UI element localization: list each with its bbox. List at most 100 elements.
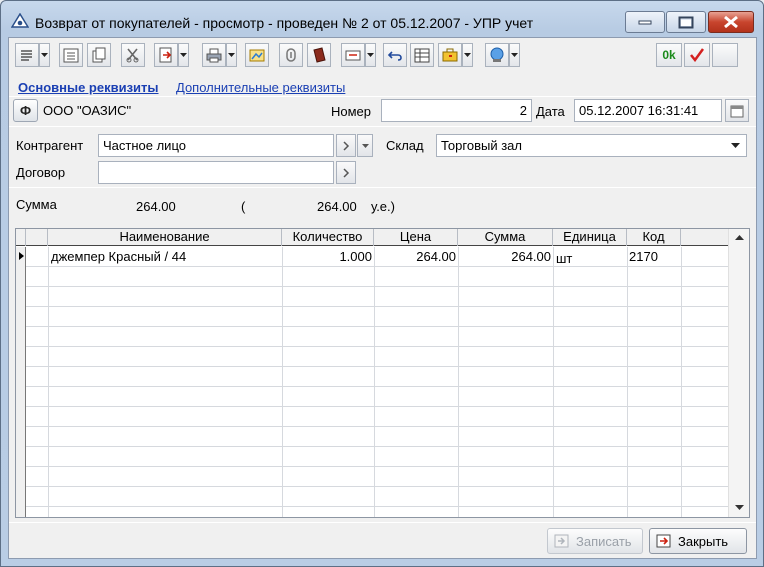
number-label: Номер [331, 104, 372, 119]
journal-button[interactable] [307, 43, 331, 67]
col-sum-header[interactable]: Сумма [458, 229, 553, 246]
col-unit-header[interactable]: Единица [553, 229, 627, 246]
print-button[interactable] [202, 43, 226, 67]
col-price-header[interactable]: Цена [374, 229, 458, 246]
book-icon [313, 47, 326, 63]
tab-main-details[interactable]: Основные реквизиты [18, 80, 159, 95]
table-icon [414, 48, 430, 62]
col-name-header[interactable]: Наименование [48, 229, 282, 246]
col-qty-header[interactable]: Количество [282, 229, 374, 246]
cell-sum[interactable]: 264.00 [458, 249, 551, 264]
chevron-down-icon [180, 53, 187, 57]
counterparty-dropdown[interactable] [357, 134, 373, 157]
document-arrow-icon [159, 47, 172, 63]
briefcase-dropdown[interactable] [462, 43, 473, 67]
cell-code[interactable]: 2170 [629, 249, 658, 264]
number-field[interactable]: 2 [381, 99, 532, 122]
table-body: джемпер Красный / 44 1.000 264.00 264.00… [16, 247, 728, 517]
paperclip-icon [286, 48, 296, 62]
save-button[interactable]: Записать [547, 528, 643, 554]
copy-button[interactable] [87, 43, 111, 67]
cell-qty[interactable]: 1.000 [282, 249, 372, 264]
organization-button[interactable]: Ф [13, 99, 38, 122]
chevron-down-icon [228, 53, 235, 57]
checkmark-icon [690, 48, 705, 62]
scissors-icon [126, 48, 139, 63]
sum-value: 264.00 [136, 199, 176, 214]
movements-button[interactable] [410, 43, 434, 67]
maximize-button[interactable] [666, 11, 706, 33]
blank-toolbar-button[interactable] [712, 43, 738, 67]
print-dropdown[interactable] [226, 43, 237, 67]
exchange-button[interactable] [485, 43, 509, 67]
undo-button[interactable] [383, 43, 407, 67]
sum-label: Сумма [16, 197, 57, 212]
attach-button[interactable] [279, 43, 303, 67]
minimize-button[interactable] [625, 11, 665, 33]
close-button[interactable]: Закрыть [649, 528, 747, 554]
warehouse-label: Склад [386, 138, 424, 153]
sum-ue-value: 264.00 [317, 199, 357, 214]
exit-doc-icon [656, 534, 671, 548]
chevron-down-icon [41, 53, 48, 57]
close-button-label: Закрыть [678, 533, 729, 549]
contract-field[interactable] [98, 161, 334, 184]
counterparty-field[interactable]: Частное лицо [98, 134, 334, 157]
save-doc-icon [554, 534, 569, 548]
briefcase-icon [442, 48, 458, 62]
sum-ue-unit: у.е.) [371, 199, 395, 214]
chevron-down-icon [511, 53, 518, 57]
app-icon [10, 12, 30, 29]
arrow-right-icon [343, 140, 350, 151]
header-separator [9, 126, 756, 127]
row-indicator-column [16, 247, 26, 517]
exchange-dropdown[interactable] [509, 43, 520, 67]
delete-button[interactable] [121, 43, 145, 67]
col-code-header[interactable]: Код [627, 229, 681, 246]
close-window-button[interactable] [708, 11, 754, 33]
basis-button[interactable] [341, 43, 365, 67]
table-row[interactable]: джемпер Красный / 44 1.000 264.00 264.00… [16, 247, 728, 266]
calendar-icon [730, 105, 744, 117]
print-doc-dropdown[interactable] [178, 43, 189, 67]
basis-dropdown[interactable] [365, 43, 376, 67]
post-button[interactable] [684, 43, 710, 67]
date-field[interactable]: 05.12.2007 16:31:41 [574, 99, 722, 122]
table-scrollbar[interactable] [728, 229, 749, 517]
cell-name[interactable]: джемпер Красный / 44 [51, 249, 186, 264]
tab-separator [9, 96, 756, 97]
ok-button[interactable]: 0k [656, 43, 682, 67]
sum-separator [9, 187, 756, 188]
table-header: Наименование Количество Цена Сумма Едини… [16, 229, 728, 246]
organization-name: ООО "ОАЗИС" [43, 103, 132, 118]
title-bar: Возврат от покупателей - просмотр - пров… [1, 1, 763, 37]
row-indicator-header [16, 229, 26, 246]
structure-button[interactable] [59, 43, 83, 67]
briefcase-button[interactable] [438, 43, 462, 67]
chevron-down-icon [361, 143, 369, 148]
date-label: Дата [536, 104, 565, 119]
globe-computer-icon [490, 47, 504, 62]
print-doc-button[interactable] [154, 43, 178, 67]
sum-open-paren: ( [241, 199, 246, 214]
envelope-icon [345, 50, 361, 61]
warehouse-dropdown[interactable] [725, 135, 746, 156]
calendar-button[interactable] [725, 99, 749, 122]
report-button[interactable] [245, 43, 269, 67]
scroll-up-icon [735, 235, 744, 240]
goods-table[interactable]: Наименование Количество Цена Сумма Едини… [15, 228, 750, 518]
actions-menu-button[interactable] [15, 43, 39, 67]
cell-price[interactable]: 264.00 [374, 249, 456, 264]
cell-unit[interactable]: шт [556, 251, 572, 266]
warehouse-select[interactable]: Торговый зал [436, 134, 747, 157]
actions-dropdown[interactable] [39, 43, 50, 67]
contract-select-button[interactable] [336, 161, 356, 184]
list-menu-icon [21, 50, 32, 61]
undo-arrow-icon [387, 51, 402, 61]
printer-icon [206, 48, 222, 62]
list-view-icon [63, 48, 79, 62]
tab-additional-details[interactable]: Дополнительные реквизиты [176, 80, 345, 95]
footer-separator [9, 522, 756, 523]
counterparty-select-button[interactable] [336, 134, 356, 157]
copy-doc-icon [92, 47, 106, 63]
